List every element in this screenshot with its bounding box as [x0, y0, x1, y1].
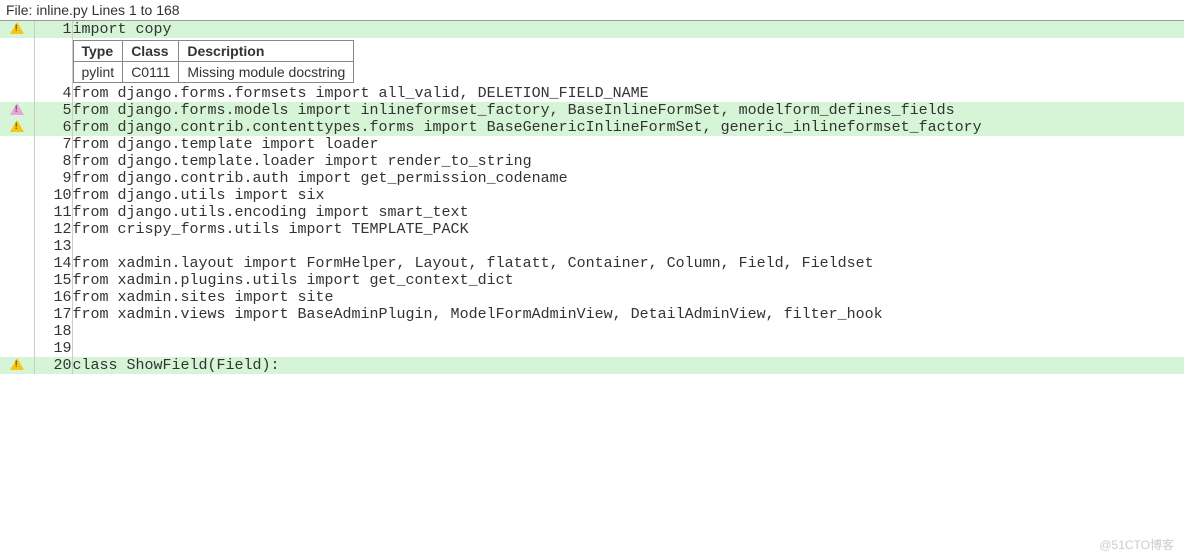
gutter-cell[interactable] — [0, 357, 34, 374]
lint-th-type: Type — [73, 41, 123, 62]
line-number: 7 — [34, 136, 72, 153]
code-line: 12 from crispy_forms.utils import TEMPLA… — [0, 221, 1184, 238]
code-text[interactable] — [72, 238, 1184, 255]
line-number: 19 — [34, 340, 72, 357]
warning-icon[interactable] — [10, 120, 24, 132]
code-table: 1 import copy Type Class Description pyl… — [0, 21, 1184, 374]
warning-icon[interactable] — [10, 358, 24, 370]
code-text[interactable]: from django.utils import six — [72, 187, 1184, 204]
line-number: 17 — [34, 306, 72, 323]
line-number: 12 — [34, 221, 72, 238]
code-text[interactable]: from django.template.loader import rende… — [72, 153, 1184, 170]
code-text[interactable]: from django.contrib.auth import get_perm… — [72, 170, 1184, 187]
gutter-cell[interactable] — [0, 102, 34, 119]
watermark: @51CTO博客 — [1099, 536, 1174, 553]
lint-type: pylint — [73, 62, 123, 83]
line-number: 14 — [34, 255, 72, 272]
code-line: 19 — [0, 340, 1184, 357]
warning-icon[interactable] — [10, 103, 24, 115]
code-line: 20 class ShowField(Field): — [0, 357, 1184, 374]
code-line: 17 from xadmin.views import BaseAdminPlu… — [0, 306, 1184, 323]
line-number: 15 — [34, 272, 72, 289]
code-line: 7 from django.template import loader — [0, 136, 1184, 153]
code-text[interactable]: from xadmin.views import BaseAdminPlugin… — [72, 306, 1184, 323]
lint-table: Type Class Description pylint C0111 Miss… — [73, 40, 355, 83]
gutter-cell[interactable] — [0, 119, 34, 136]
lint-class: C0111 — [123, 62, 179, 83]
code-text[interactable] — [72, 340, 1184, 357]
file-header: File: inline.py Lines 1 to 168 — [0, 0, 1184, 21]
lint-th-desc: Description — [179, 41, 354, 62]
line-number: 9 — [34, 170, 72, 187]
code-text[interactable]: import copy — [72, 21, 1184, 38]
code-line: 4 from django.forms.formsets import all_… — [0, 85, 1184, 102]
warning-icon[interactable] — [10, 22, 24, 34]
code-text[interactable]: from xadmin.plugins.utils import get_con… — [72, 272, 1184, 289]
lint-desc: Missing module docstring — [179, 62, 354, 83]
code-line: 6 from django.contrib.contenttypes.forms… — [0, 119, 1184, 136]
code-text[interactable]: from django.template import loader — [72, 136, 1184, 153]
code-line: 13 — [0, 238, 1184, 255]
code-text[interactable]: from xadmin.sites import site — [72, 289, 1184, 306]
code-line: 5 from django.forms.models import inline… — [0, 102, 1184, 119]
code-text[interactable]: class ShowField(Field): — [72, 357, 1184, 374]
line-number: 13 — [34, 238, 72, 255]
code-line: 9 from django.contrib.auth import get_pe… — [0, 170, 1184, 187]
code-text[interactable]: from django.forms.models import inlinefo… — [72, 102, 1184, 119]
line-number: 4 — [34, 85, 72, 102]
line-number: 20 — [34, 357, 72, 374]
line-number: 1 — [34, 21, 72, 38]
code-text[interactable]: from django.forms.formsets import all_va… — [72, 85, 1184, 102]
line-number: 8 — [34, 153, 72, 170]
gutter-cell[interactable] — [0, 21, 34, 38]
line-number: 5 — [34, 102, 72, 119]
code-line: 14 from xadmin.layout import FormHelper,… — [0, 255, 1184, 272]
code-text[interactable]: from django.utils.encoding import smart_… — [72, 204, 1184, 221]
code-line: 8 from django.template.loader import ren… — [0, 153, 1184, 170]
lint-row: Type Class Description pylint C0111 Miss… — [0, 38, 1184, 85]
code-line: 10 from django.utils import six — [0, 187, 1184, 204]
line-number: 6 — [34, 119, 72, 136]
code-text[interactable]: from django.contrib.contenttypes.forms i… — [72, 119, 1184, 136]
line-number: 10 — [34, 187, 72, 204]
code-text[interactable] — [72, 323, 1184, 340]
code-line: 18 — [0, 323, 1184, 340]
line-number: 11 — [34, 204, 72, 221]
code-text[interactable]: from xadmin.layout import FormHelper, La… — [72, 255, 1184, 272]
code-line: 16 from xadmin.sites import site — [0, 289, 1184, 306]
code-text[interactable]: from crispy_forms.utils import TEMPLATE_… — [72, 221, 1184, 238]
code-line: 15 from xadmin.plugins.utils import get_… — [0, 272, 1184, 289]
code-line: 11 from django.utils.encoding import sma… — [0, 204, 1184, 221]
line-number: 16 — [34, 289, 72, 306]
lint-th-class: Class — [123, 41, 179, 62]
line-number: 18 — [34, 323, 72, 340]
code-line: 1 import copy — [0, 21, 1184, 38]
